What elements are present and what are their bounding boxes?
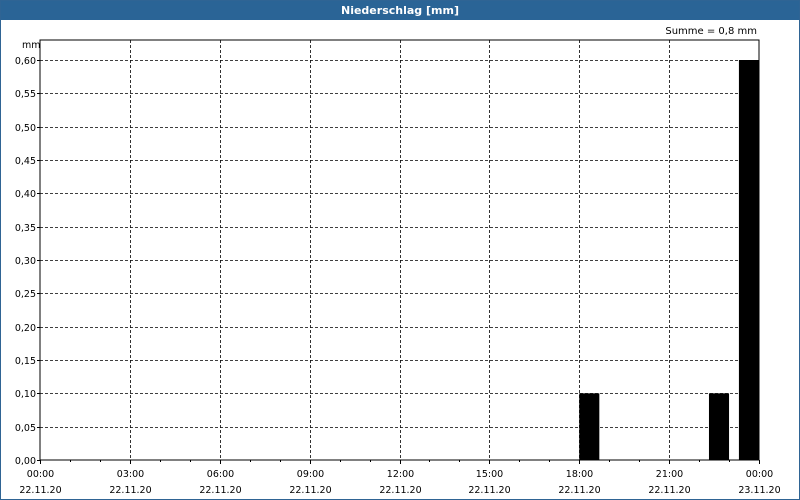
x-tick-time-label: 15:00: [476, 469, 503, 480]
x-tick-time-label: 09:00: [297, 469, 324, 480]
y-axis-label: mm: [22, 40, 41, 51]
y-tick-label: 0,05: [15, 423, 36, 434]
y-tick-label: 0,50: [15, 123, 36, 134]
x-tick-time-label: 21:00: [656, 469, 683, 480]
x-tick-time-label: 06:00: [207, 469, 234, 480]
x-tick-date-label: 22.11.20: [289, 485, 331, 496]
y-tick-label: 0,45: [15, 156, 36, 167]
y-tick-label: 0,55: [15, 89, 36, 100]
precipitation-bar: [738, 60, 759, 460]
x-tick-time-label: 03:00: [117, 469, 144, 480]
y-tick-label: 0,60: [15, 56, 36, 67]
precipitation-bar: [708, 393, 730, 460]
x-tick-date-label: 22.11.20: [19, 485, 61, 496]
x-tick-date-label: 22.11.20: [199, 485, 241, 496]
x-tick-date-label: 22.11.20: [648, 485, 690, 496]
x-tick-date-label: 23.11.20: [738, 485, 780, 496]
y-axis: 0,00 0,05 0,10 0,15 0,20 0,25 0,30 0,35 0,40 0,45…: [15, 56, 40, 467]
x-tick-time-label: 00:00: [27, 469, 54, 480]
x-tick-date-label: 22.11.20: [558, 485, 600, 496]
y-tick-label: 0,35: [15, 223, 36, 234]
precipitation-bar: [579, 393, 600, 460]
x-axis: 00:00 22.11.20 03:00 22.11.20 06:00 22.11.20 0…: [19, 460, 781, 496]
y-tick-label: 0,20: [15, 323, 36, 334]
y-tick-label: 0,00: [15, 456, 36, 467]
y-tick-label: 0,10: [15, 389, 36, 400]
plot-border: [39, 39, 760, 461]
grid-lines: [40, 40, 759, 460]
x-tick-time-label: 00:00: [746, 469, 773, 480]
y-tick-label: 0,25: [15, 289, 36, 300]
x-tick-time-label: 18:00: [566, 469, 593, 480]
x-tick-time-label: 12:00: [387, 469, 414, 480]
y-tick-label: 0,40: [15, 189, 36, 200]
y-tick-label: 0,15: [15, 356, 36, 367]
x-tick-date-label: 22.11.20: [379, 485, 421, 496]
y-tick-label: 0,30: [15, 256, 36, 267]
precipitation-chart: 0,00 0,05 0,10 0,15 0,20 0,25 0,30 0,35 0,40 0,45…: [15, 39, 781, 496]
x-tick-date-label: 22.11.20: [468, 485, 510, 496]
x-tick-date-label: 22.11.20: [109, 485, 151, 496]
